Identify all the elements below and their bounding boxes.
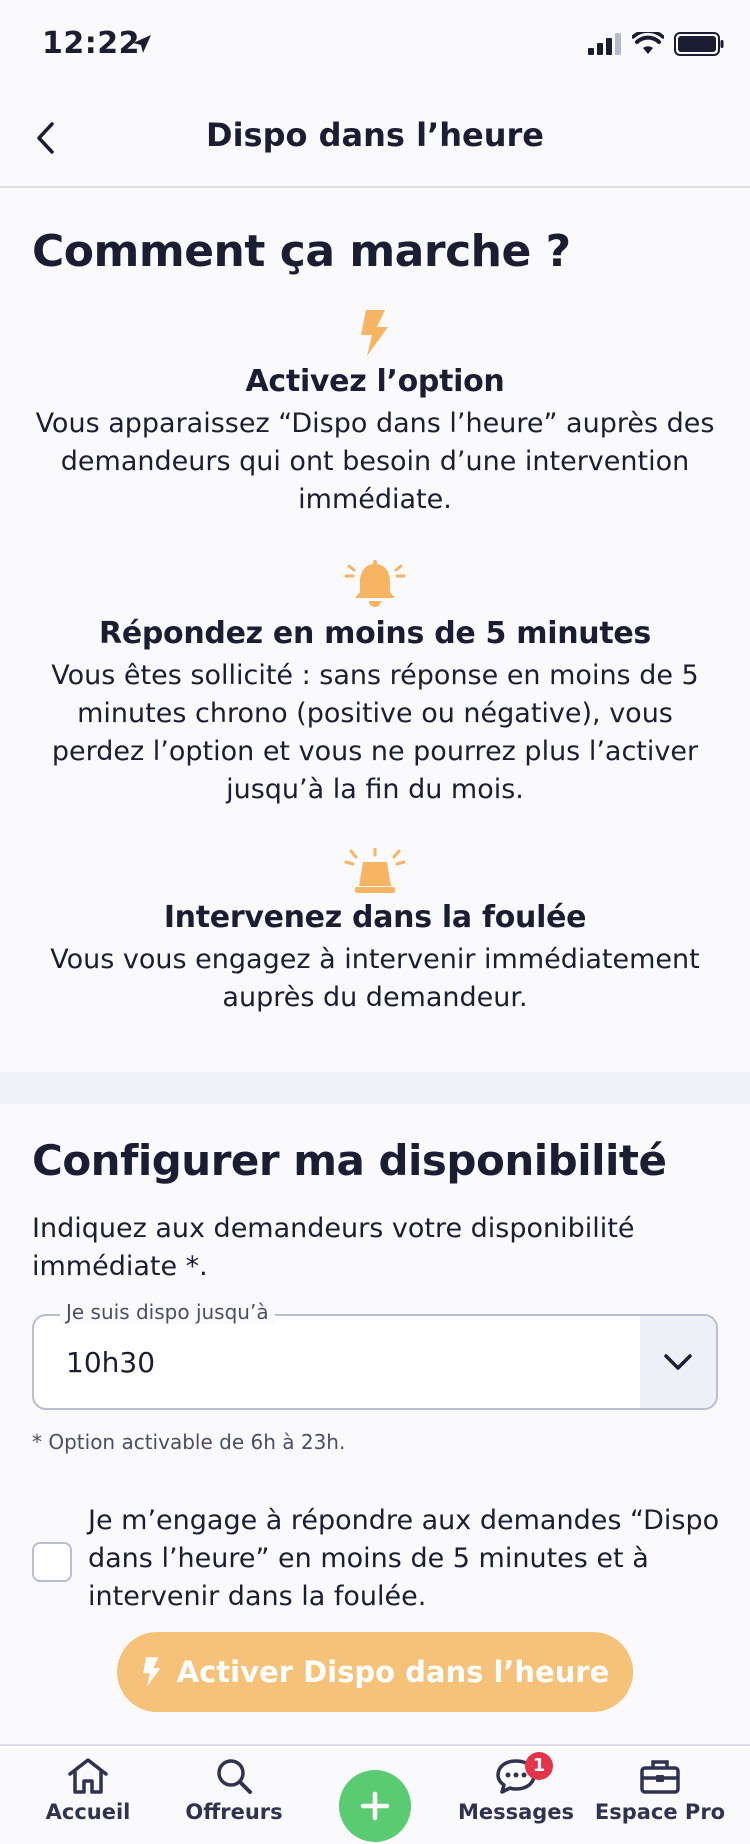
tab-bar: Accueil Offreurs 1 Messages Espace Pro (0, 1744, 750, 1844)
activate-button[interactable]: Activer Dispo dans l’heure (117, 1632, 633, 1712)
page-title: Dispo dans l’heure (206, 116, 544, 154)
wifi-icon (632, 32, 664, 54)
step-respond: Répondez en moins de 5 minutes Vous êtes… (30, 560, 720, 809)
tab-label: Accueil (45, 1800, 131, 1824)
availability-note: * Option activable de 6h à 23h. (32, 1430, 346, 1454)
unread-badge: 1 (525, 1752, 553, 1780)
tab-providers[interactable]: Offreurs (159, 1756, 309, 1824)
step-title: Activez l’option (245, 364, 505, 399)
availability-select[interactable]: Je suis dispo jusqu’à 10h30 (32, 1300, 718, 1410)
step-title: Intervenez dans la foulée (163, 900, 587, 935)
select-value: 10h30 (66, 1346, 156, 1379)
bell-icon (344, 560, 406, 607)
tab-pro-space[interactable]: Espace Pro (585, 1756, 735, 1824)
status-bar: 12:22 (0, 0, 750, 88)
lightning-icon (361, 310, 388, 356)
step-description: Vous apparaissez “Dispo dans l’heure” au… (35, 408, 715, 515)
navigation-header: Dispo dans l’heure (0, 88, 750, 188)
tab-home[interactable]: Accueil (13, 1756, 163, 1824)
signal-icon (588, 33, 621, 55)
config-description: Indiquez aux demandeurs votre disponibil… (32, 1213, 635, 1282)
activate-button-label: Activer Dispo dans l’heure (176, 1655, 610, 1689)
status-time: 12:22 (42, 26, 140, 61)
section-divider (0, 1072, 750, 1104)
lightning-icon (142, 1657, 160, 1687)
how-it-works-section: Comment ça marche ? Activez l’option Vou… (0, 190, 750, 1072)
battery-icon (674, 32, 724, 56)
step-intervene: Intervenez dans la foulée Vous vous enga… (30, 848, 720, 1017)
step-activate: Activez l’option Vous apparaissez “Dispo… (30, 308, 720, 519)
tab-label: Messages (457, 1800, 575, 1824)
siren-icon (344, 848, 406, 893)
search-icon (217, 1759, 252, 1794)
section-title: Configurer ma disponibilité (32, 1136, 667, 1185)
select-dropdown-button[interactable] (640, 1316, 716, 1408)
status-indicators (588, 32, 724, 56)
commitment-checkbox[interactable] (32, 1542, 72, 1582)
step-description: Vous vous engagez à intervenir immédiate… (50, 944, 700, 1013)
commitment-label[interactable]: Je m’engage à répondre aux demandes “Dis… (88, 1502, 728, 1616)
tab-label: Offreurs (185, 1800, 283, 1824)
location-arrow-icon (133, 35, 151, 53)
section-title: Comment ça marche ? (32, 226, 571, 277)
configure-availability-section: Configurer ma disponibilité Indiquez aux… (0, 1104, 750, 1744)
plus-icon (360, 1791, 390, 1821)
select-label: Je suis dispo jusqu’à (60, 1300, 275, 1324)
home-icon (68, 1758, 108, 1794)
step-description: Vous êtes sollicité : sans réponse en mo… (51, 660, 699, 805)
chevron-down-icon (664, 1354, 692, 1370)
tab-label: Espace Pro (594, 1800, 726, 1824)
tab-messages[interactable]: 1 Messages (441, 1752, 591, 1824)
toolbox-icon (640, 1760, 680, 1794)
add-button[interactable] (339, 1770, 411, 1842)
step-title: Répondez en moins de 5 minutes (99, 616, 651, 651)
